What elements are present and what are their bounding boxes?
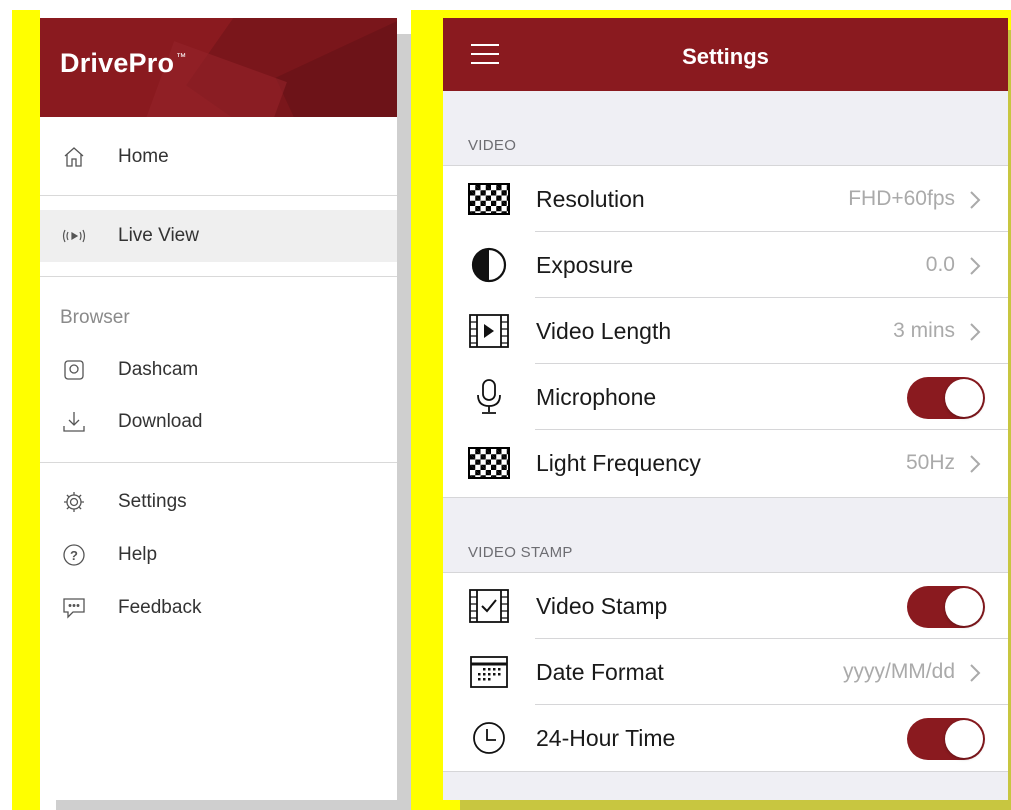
setting-label: Resolution — [536, 186, 645, 212]
calendar-icon — [468, 654, 510, 690]
microphone-icon — [468, 379, 510, 415]
resolution-icon — [468, 181, 510, 217]
nav-item-dashcam[interactable]: Dashcam — [40, 344, 397, 396]
setting-label: Light Frequency — [536, 450, 701, 476]
nav-item-live-view[interactable]: Live View — [40, 210, 397, 262]
light-frequency-icon — [468, 445, 510, 481]
brand-logo: DrivePro ™ — [60, 48, 187, 78]
feedback-icon — [60, 594, 88, 622]
nav-item-settings[interactable]: Settings — [40, 476, 397, 528]
setting-label: Exposure — [536, 252, 634, 278]
24-hour-time-toggle[interactable] — [907, 718, 985, 760]
left-yellow-strip — [12, 10, 40, 810]
settings-group-video-stamp: Video Stamp Date Format yyyy/MM/dd 24-Ho… — [443, 572, 1008, 772]
setting-row-light-frequency[interactable]: Light Frequency 50Hz — [443, 430, 1008, 498]
setting-row-24-hour-time: 24-Hour Time — [443, 705, 1008, 771]
nav-label-help: Help — [118, 544, 158, 565]
group-label-video-stamp: VIDEO STAMP — [468, 544, 573, 561]
setting-label: Microphone — [536, 384, 657, 410]
drawer-header: DrivePro ™ — [40, 18, 397, 117]
page-title: Settings — [682, 44, 769, 69]
setting-value: FHD+60fps — [848, 187, 955, 210]
video-stamp-toggle[interactable] — [907, 586, 985, 628]
settings-screen: Settings VIDEO Resolution FHD+60fps Expo… — [443, 18, 1008, 800]
setting-row-microphone: Microphone — [443, 364, 1008, 430]
nav-item-download[interactable]: Download — [40, 396, 397, 448]
chevron-right-icon — [970, 664, 981, 682]
exposure-icon — [468, 247, 510, 283]
nav-label-dashcam: Dashcam — [118, 359, 199, 380]
microphone-toggle[interactable] — [907, 377, 985, 419]
nav-label-feedback: Feedback — [118, 597, 202, 618]
chevron-right-icon — [970, 323, 981, 341]
nav-item-home[interactable]: Home — [40, 131, 397, 183]
setting-row-video-length[interactable]: Video Length 3 mins — [443, 298, 1008, 364]
app-bar: Settings — [443, 18, 1008, 91]
live-view-icon — [60, 222, 88, 250]
nav-item-feedback[interactable]: Feedback — [40, 582, 397, 634]
video-length-icon — [468, 313, 510, 349]
setting-value: yyyy/MM/dd — [842, 660, 955, 683]
help-icon: ? — [60, 541, 88, 569]
divider — [40, 276, 397, 277]
chevron-right-icon — [970, 257, 981, 275]
group-label-video: VIDEO — [468, 137, 517, 154]
settings-group-video: Resolution FHD+60fps Exposure 0.0 Video … — [443, 165, 1008, 498]
nav-label-download: Download — [118, 411, 203, 432]
video-stamp-icon — [468, 588, 510, 624]
svg-text:?: ? — [70, 548, 78, 563]
setting-row-video-stamp: Video Stamp — [443, 573, 1008, 639]
setting-label: Date Format — [536, 659, 664, 685]
clock-icon — [468, 720, 510, 756]
setting-row-date-format[interactable]: Date Format yyyy/MM/dd — [443, 639, 1008, 705]
navigation-drawer: DrivePro ™ Home Live View Browser Dashcam… — [40, 18, 397, 800]
setting-value: 0.0 — [925, 253, 955, 276]
download-icon — [60, 408, 88, 436]
setting-value: 3 mins — [893, 319, 955, 342]
divider — [40, 462, 397, 463]
settings-icon — [60, 488, 88, 516]
chevron-right-icon — [970, 191, 981, 209]
nav-item-help[interactable]: ? Help — [40, 529, 397, 581]
setting-label: Video Length — [536, 318, 672, 344]
setting-value: 50Hz — [905, 451, 955, 474]
setting-row-exposure[interactable]: Exposure 0.0 — [443, 232, 1008, 298]
nav-label-home: Home — [118, 146, 169, 167]
home-icon — [60, 143, 88, 171]
dashcam-icon — [60, 356, 88, 384]
setting-label: Video Stamp — [536, 593, 668, 619]
section-label-browser: Browser — [60, 307, 130, 328]
divider — [40, 195, 397, 196]
nav-label-live-view: Live View — [118, 225, 199, 246]
nav-label-settings: Settings — [118, 491, 187, 512]
setting-row-resolution[interactable]: Resolution FHD+60fps — [443, 166, 1008, 232]
setting-label: 24-Hour Time — [536, 725, 676, 751]
chevron-right-icon — [970, 455, 981, 473]
